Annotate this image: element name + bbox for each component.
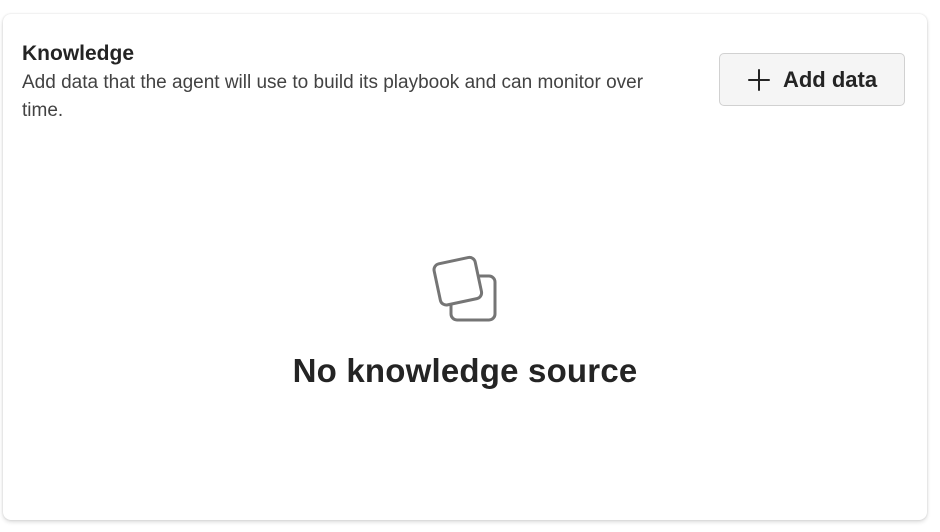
section-title: Knowledge xyxy=(22,42,135,65)
section-description: Add data that the agent will use to buil… xyxy=(22,72,644,121)
knowledge-card: Knowledge Add data that the agent will u… xyxy=(3,14,927,520)
add-data-button[interactable]: Add data xyxy=(719,53,905,106)
add-data-label: Add data xyxy=(782,66,878,92)
plus-icon xyxy=(747,68,770,91)
empty-state-message: No knowledge source xyxy=(292,352,638,389)
stacked-squares-icon xyxy=(432,255,497,322)
knowledge-header: Knowledge Add data that the agent will u… xyxy=(22,41,682,125)
empty-state: No knowledge source xyxy=(3,252,927,390)
